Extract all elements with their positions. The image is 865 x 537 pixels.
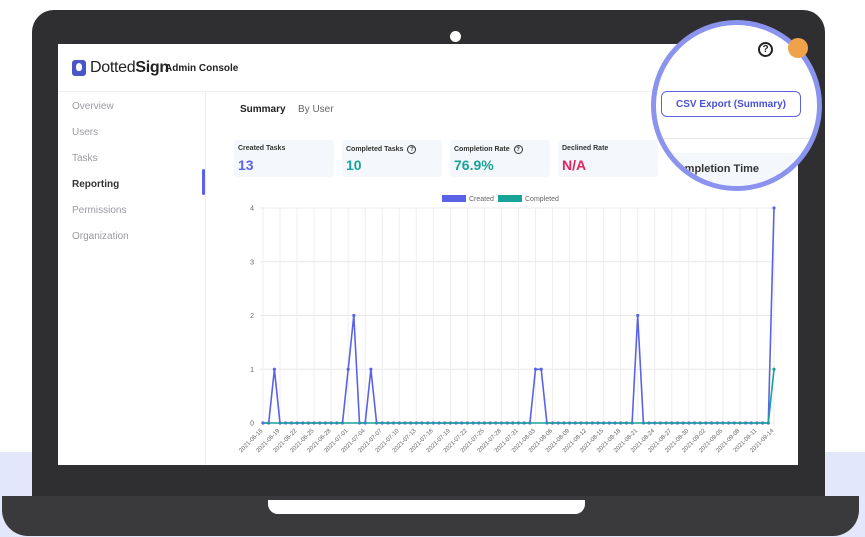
csv-export-button[interactable]: CSV Export (Summary): [661, 91, 801, 117]
marketing-stage: DottedSign Admin Console Overview Users …: [0, 0, 865, 537]
user-avatar[interactable]: [788, 38, 808, 58]
data-point-created: [636, 313, 640, 318]
data-point-created: [352, 313, 356, 318]
magnifier-divider: [656, 138, 817, 139]
data-point-created: [272, 367, 276, 371]
legend-swatch-completed: [498, 195, 522, 202]
data-point-completed: [772, 367, 776, 371]
y-tick-label: 4: [250, 206, 254, 213]
data-point-created: [772, 206, 776, 210]
y-tick-label: 0: [250, 421, 254, 428]
data-point-created: [539, 367, 543, 371]
data-point-created: [533, 367, 538, 371]
y-tick-label: 1: [250, 367, 254, 374]
data-point-created: [369, 367, 373, 371]
laptop-notch: [268, 500, 585, 514]
camera-dot: [450, 31, 461, 42]
legend-label-created: Created: [469, 196, 494, 203]
legend-label-completed: Completed: [525, 196, 559, 203]
data-point-created: [346, 367, 350, 371]
legend-swatch-created: [442, 195, 466, 202]
card-completion-time: Completion Time: [664, 153, 804, 186]
card-label-completion-time: Completion Time: [670, 163, 760, 175]
y-tick-label: 3: [250, 259, 254, 266]
help-icon[interactable]: ?: [758, 42, 773, 57]
y-tick-label: 2: [250, 313, 254, 320]
